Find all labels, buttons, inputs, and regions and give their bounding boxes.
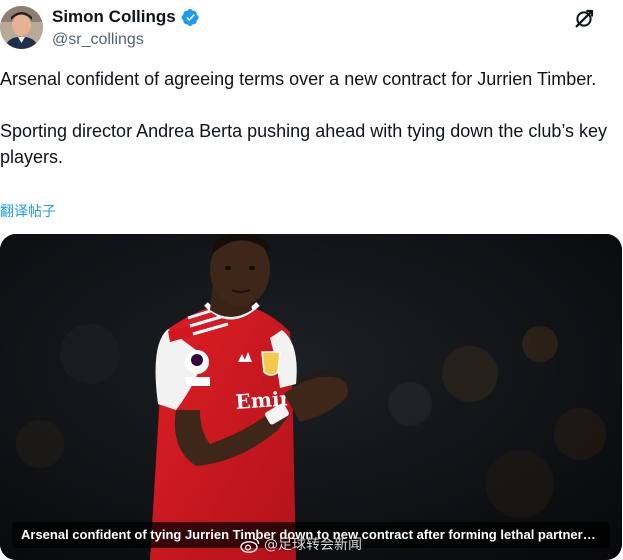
tweet-paragraph: Sporting director Andrea Berta pushing a…: [0, 121, 608, 167]
media-caption[interactable]: Arsenal confident of tying Jurrien Timbe…: [12, 522, 610, 548]
media-card[interactable]: Emira Arsenal confident of tying Jurrien…: [0, 234, 622, 560]
author-handle[interactable]: @sr_collings: [52, 30, 144, 50]
tweet-paragraph: Arsenal confident of agreeing terms over…: [0, 69, 597, 89]
avatar[interactable]: [0, 6, 43, 49]
author-name-row[interactable]: Simon Collings: [52, 7, 200, 27]
grok-icon[interactable]: [573, 8, 595, 30]
verified-badge-icon: [181, 8, 199, 26]
player-photo: Emira: [0, 234, 622, 560]
avatar-image: [0, 6, 43, 49]
translate-post-link[interactable]: 翻译帖子: [0, 201, 56, 221]
tweet-text: Arsenal confident of agreeing terms over…: [0, 66, 622, 170]
tweet-card: Simon Collings @sr_collings Arsenal conf…: [0, 0, 623, 560]
author-name[interactable]: Simon Collings: [52, 7, 176, 27]
